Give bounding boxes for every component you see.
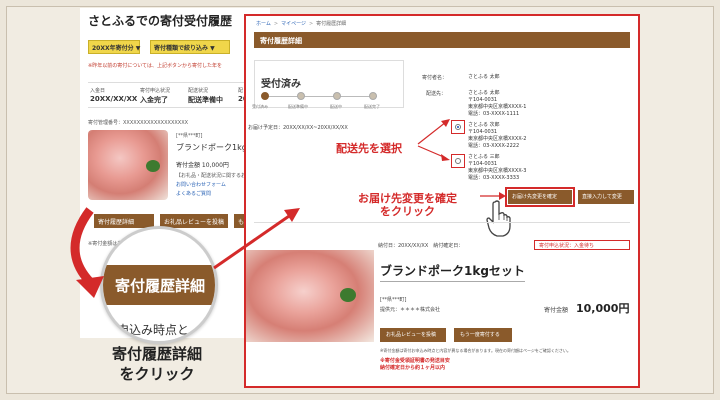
donation-number: 寄付管理番号：XXXXXXXXXXXXXXXXXXX: [88, 120, 189, 126]
breadcrumb-current: 寄付履歴詳細: [316, 21, 347, 27]
order-status-badge: 寄付申込状況：入金待ち: [534, 240, 630, 250]
address-radio[interactable]: [455, 158, 461, 164]
address-radio-box[interactable]: [451, 120, 465, 134]
manual-input-change-button[interactable]: 直接入力して変更: [578, 190, 634, 204]
review-button[interactable]: お礼品レビューを投稿: [160, 214, 228, 228]
breadcrumb-mypage[interactable]: マイページ: [281, 21, 306, 27]
inquiry-form-link[interactable]: お問い合わせフォーム: [176, 181, 226, 188]
delivery-date: お届け予定日：20XX/XX/XX~20XX/XX/XX: [248, 125, 348, 131]
step-label: 配送中: [330, 104, 342, 109]
inquiry-note: 【お礼品・配送状況に関するお問: [176, 173, 252, 179]
address-option-2[interactable]: さとふる 次郎 〒104-0031 東京都中央区京橋XXXX-2 電話：03-XXXX…: [468, 122, 526, 150]
panel-header: 寄付履歴詳細: [254, 32, 630, 48]
caption-click-history-detail: 寄付履歴詳細 をクリック: [112, 345, 203, 383]
donation-amount: 10,000円: [576, 302, 630, 315]
step-dot: [369, 92, 377, 100]
step-dot: [261, 92, 269, 100]
breadcrumb-home[interactable]: ホーム: [256, 21, 271, 27]
step-dot: [297, 92, 305, 100]
amount-label: 寄付金額: [544, 307, 569, 314]
faq-link[interactable]: よくあるご質問: [176, 190, 211, 197]
address-default: さとふる 太郎 〒104-0031 東京都中央区京橋XXXX-1 電話：03-XXXX…: [468, 90, 527, 117]
notice-text: ※昨年以前の寄付については、上記ボタンから寄付した年を: [88, 63, 222, 69]
status-progress: 受付済み: [254, 60, 404, 108]
address-option-3[interactable]: さとふる 三郎 〒104-0031 東京都中央区京橋XXXX-3 電話：03-XXXX…: [468, 154, 526, 182]
step-label: 配送準備中: [288, 104, 308, 109]
donate-again-button[interactable]: もう一度寄付する: [454, 328, 512, 342]
donor-name: さとふる 太郎: [468, 74, 500, 80]
status-title: 受付済み: [261, 79, 301, 90]
payment-dates: 納付日：20XX/XX/XX 納付確定日：: [378, 243, 464, 249]
zoomed-text: 申込み時点と: [117, 323, 190, 337]
provider-name: 提供元：＊＊＊＊株式会社: [380, 307, 441, 313]
shipping-label: 配送先：: [426, 91, 447, 97]
history-detail-button-zoomed[interactable]: 寄付履歴詳細: [103, 265, 215, 305]
product-name: ブランドポーク1kgセット: [380, 262, 525, 282]
type-filter-button[interactable]: 寄付種類で絞り込み ▼: [150, 40, 230, 54]
year-filter-button[interactable]: 20XX年寄付分 ▼: [88, 40, 140, 54]
shop-name: [**県***町]: [380, 297, 407, 303]
review-button[interactable]: お礼品レビューを投稿: [380, 328, 446, 342]
history-detail-panel: ホーム > マイページ > 寄付履歴詳細 寄付履歴詳細 受付済み 受付済み 配送準備中 …: [244, 14, 640, 388]
caption-select-address: 配送先を選択: [336, 142, 402, 155]
confirm-address-change-button[interactable]: お届け先変更を確定: [505, 187, 575, 207]
hand-cursor-icon: [486, 200, 511, 237]
step-label: 配送完了: [364, 104, 380, 109]
section-divider: [254, 222, 630, 223]
donor-label: 寄付者名：: [422, 75, 448, 81]
breadcrumb: ホーム > マイページ > 寄付履歴詳細: [256, 21, 347, 27]
step-dot: [333, 92, 341, 100]
step-label: 受付済み: [252, 104, 268, 109]
address-radio-selected[interactable]: [455, 124, 461, 130]
magnifier-circle: 寄付履歴詳細 申込み時点と: [100, 226, 218, 344]
page-title: さとふるでの寄付受付履歴: [88, 14, 233, 28]
status-row: 入金日 20XX/XX/XX 寄付申込状況 入金完了 配送状況 配送準備中 配 …: [88, 82, 263, 108]
amount-note: ※寄付金額は寄付お申込み時点と内容が異なる場合があります。現在の寄付額はページを…: [380, 348, 571, 353]
history-detail-button[interactable]: 寄付履歴詳細: [94, 214, 154, 228]
donation-amount: 寄付金額 10,000円: [176, 162, 229, 169]
certificate-notice: ※寄付金受領証明書の発送目安 納付確定日から約１ヶ月以内: [380, 358, 450, 371]
caption-confirm-change: お届け先変更を確定 をクリック: [358, 192, 457, 218]
product-image: [246, 250, 374, 342]
product-image: [88, 130, 168, 200]
address-radio-box[interactable]: [451, 154, 465, 168]
shop-name: [**県***町]: [176, 133, 203, 139]
